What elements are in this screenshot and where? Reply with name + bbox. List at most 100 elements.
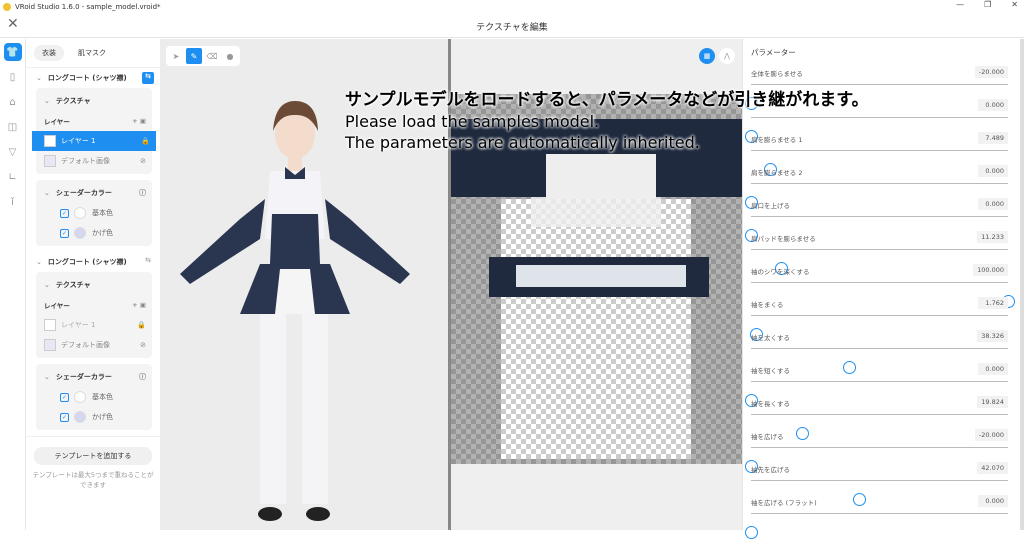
model-view-button[interactable]: ⋀ [719,48,735,64]
parameter-value-input[interactable]: 0.000 [978,165,1008,177]
sock-icon[interactable]: ∟ [4,168,22,186]
layer-item[interactable]: レイヤー 1 🔒 [36,315,152,335]
parameter-value-input[interactable]: 0.000 [978,363,1008,375]
slider-track[interactable] [749,315,1008,341]
pants-icon[interactable]: ▯ [4,68,22,86]
parameter-label: 袖を短くする [751,367,790,375]
slider-track[interactable] [745,513,1008,539]
parameter-value-input[interactable]: 38.326 [977,330,1008,342]
bra-icon[interactable]: ▽ [4,143,22,161]
slider-track[interactable] [751,480,1008,506]
settings-toggle-icon[interactable]: ⇆ [142,72,154,84]
parameter-value-input[interactable]: 0.000 [978,198,1008,210]
parameter-value-input[interactable]: 1.762 [978,297,1008,309]
chevron-down-icon[interactable]: ⌄ [44,373,50,381]
color-swatch[interactable] [74,391,86,403]
parameter-slider: 袖先を広げる 42.070 [743,461,1024,506]
caption-overlay: サンプルモデルをロードすると、パラメータなどが引き継がれます。 Please l… [345,90,869,153]
lock-visibility-icon[interactable]: 🔒 [137,321,146,329]
color-swatch[interactable] [74,227,86,239]
color-checkbox[interactable]: ✓ [60,208,69,218]
add-layer-icon[interactable]: + ▣ [132,117,146,125]
texture-heading: テクスチャ [55,97,91,105]
shader-section: ⌄ シェーダーカラー ⓘ ✓ 基本色 ✓ かげ色 [36,364,152,430]
parameter-slider: 袖を短くする 0.000 [743,362,1024,407]
slider-track[interactable] [751,249,1008,275]
slider-track[interactable] [745,183,1008,209]
color-checkbox[interactable]: ✓ [60,228,69,238]
texture-view-button[interactable]: ▦ [699,48,715,64]
add-layer-icon[interactable]: + ▣ [132,301,146,309]
parameter-label: 袖のシワを深くする [751,268,810,276]
layer-item[interactable]: デフォルト画像 ⊘ [36,335,152,355]
scrollbar[interactable] [1020,39,1024,530]
parameter-label: 肩を膨らませる 2 [751,169,803,177]
parameter-slider: 袖を広げる (フラット) 0.000 [743,494,1024,539]
slider-track[interactable] [745,84,1008,110]
color-checkbox[interactable]: ✓ [60,392,69,402]
layer-item[interactable]: デフォルト画像 ⊘ [36,151,152,171]
top-icon[interactable]: ◫ [4,118,22,136]
shirt-icon[interactable]: 👕 [3,43,22,61]
visibility-icon[interactable]: ⊘ [140,341,146,349]
slider-track[interactable] [745,447,1008,473]
tab-skin-mask[interactable]: 肌マスク [70,45,114,61]
help-icon[interactable]: ⓘ [139,372,146,382]
chevron-down-icon[interactable]: ⌄ [44,189,50,197]
category-rail: 👕 ▯ ⌂ ◫ ▽ ∟ ǐ [0,39,26,530]
add-template-button[interactable]: テンプレートを追加する [34,447,152,465]
color-checkbox[interactable]: ✓ [60,412,69,422]
chevron-down-icon[interactable]: ⌄ [36,258,42,266]
chevron-down-icon[interactable]: ⌄ [44,97,50,105]
slider-thumb[interactable] [745,526,758,539]
shader-heading: シェーダーカラー [55,373,112,381]
lock-visibility-icon[interactable]: 🔒 [141,137,150,145]
fill-tool-icon[interactable]: ● [222,48,238,64]
select-tool-icon[interactable]: ➤ [168,48,184,64]
minimize-button[interactable]: — [956,0,964,9]
tie-icon[interactable]: ǐ [4,193,22,211]
parameter-slider: 袖を広げる -20.000 [743,428,1024,473]
chevron-down-icon[interactable]: ⌄ [36,74,42,82]
parameter-value-input[interactable]: 19.824 [977,396,1008,408]
color-label: 基本色 [92,393,113,401]
parameter-value-input[interactable]: -20.000 [974,66,1008,78]
template-note: テンプレートは最大5つまで重ねることができます [32,471,154,489]
visibility-icon[interactable]: ⊘ [140,157,146,165]
color-swatch[interactable] [74,411,86,423]
parameter-value-input[interactable]: 100.000 [973,264,1008,276]
parameter-value-input[interactable]: 0.000 [978,495,1008,507]
close-window-button[interactable]: ✕ [1011,0,1018,9]
parameter-label: 袖先を広げる [751,466,790,474]
pen-tool-icon[interactable]: ✎ [186,48,202,64]
parameter-slider: 袖を太くする 38.326 [743,329,1024,374]
caption-en-1: Please load the samples model. [345,112,600,131]
slider-track[interactable] [745,381,1008,407]
chevron-down-icon[interactable]: ⌄ [44,281,50,289]
texture-section: ⌄ テクスチャ レイヤー + ▣ レイヤー 1 🔒 デフォルト画像 ⊘ [36,272,152,358]
slider-track[interactable] [745,216,1008,242]
settings-toggle-icon[interactable]: ⇆ [142,256,154,268]
parameter-value-input[interactable]: 7.489 [978,132,1008,144]
help-icon[interactable]: ⓘ [139,188,146,198]
shoe-accessory-icon[interactable]: ⌂ [4,93,22,111]
parameter-value-input[interactable]: 42.070 [977,462,1008,474]
slider-track[interactable] [751,348,1008,374]
layer-name: レイヤー 1 [61,321,96,329]
parameter-label: 袖を広げる (フラット) [751,499,817,507]
tab-costume[interactable]: 衣装 [34,45,64,61]
parameter-value-input[interactable]: -20.000 [974,429,1008,441]
caption-en-2: The parameters are automatically inherit… [345,133,700,152]
color-swatch[interactable] [74,207,86,219]
maximize-button[interactable]: ❐ [984,0,991,9]
parameter-slider: 肩口を上げる 0.000 [743,197,1024,242]
layer-item[interactable]: レイヤー 1 🔒 [32,131,156,151]
parameter-value-input[interactable]: 0.000 [978,99,1008,111]
eraser-tool-icon[interactable]: ⌫ [204,48,220,64]
slider-track[interactable] [751,282,1015,308]
parameter-slider: 肩パッドを膨らませる 11.233 [743,230,1024,275]
parameters-title: パラメーター [751,48,796,57]
parameter-value-input[interactable]: 11.233 [977,231,1008,243]
left-panel: 衣装 肌マスク ⌄ ロングコート (シャツ襟) ⇆ ⌄ テクスチャ レイヤー + ▣ レ… [26,39,160,530]
slider-track[interactable] [751,414,1008,440]
